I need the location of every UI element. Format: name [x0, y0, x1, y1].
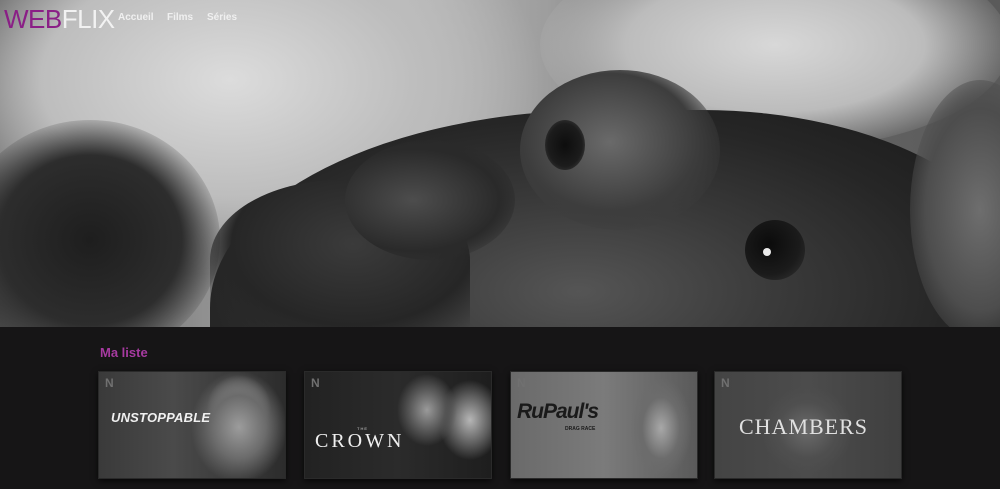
- hero-eye-glint: [763, 248, 771, 256]
- card-subtitle: DRAG RACE: [565, 426, 596, 432]
- card-title: RuPaul's: [517, 400, 599, 423]
- card-title: UNSTOPPABLE: [111, 410, 211, 425]
- nav-series[interactable]: Séries: [207, 12, 237, 23]
- netflix-badge: N: [105, 376, 114, 390]
- top-nav: WEBFLIX Accueil Films Séries: [0, 0, 1000, 40]
- hero-eye-shape: [745, 220, 805, 280]
- my-list-title: Ma liste: [100, 345, 148, 360]
- card-rupauls-drag-race[interactable]: N RuPaul's DRAG RACE: [510, 371, 698, 479]
- webflix-logo[interactable]: WEBFLIX: [4, 4, 115, 34]
- netflix-badge: N: [517, 376, 526, 390]
- hero-shadow-shape: [0, 120, 220, 327]
- nav-films[interactable]: Films: [167, 12, 193, 23]
- hero-lips-shape: [345, 140, 515, 260]
- card-unstoppable[interactable]: N UNSTOPPABLE: [98, 371, 286, 479]
- netflix-badge: N: [721, 376, 730, 390]
- logo-part-web: WEB: [4, 4, 62, 34]
- nav-accueil[interactable]: Accueil: [118, 12, 154, 23]
- logo-part-flix: FLIX: [61, 4, 115, 34]
- hero-nostril-shape: [545, 120, 585, 170]
- netflix-badge: N: [311, 376, 320, 390]
- card-chambers[interactable]: N CHAMBERS: [714, 371, 902, 479]
- card-title: CROWN: [315, 430, 405, 452]
- card-the-crown[interactable]: N THE CROWN: [304, 371, 492, 479]
- hero-banner[interactable]: [0, 0, 1000, 327]
- card-title: CHAMBERS: [739, 414, 869, 439]
